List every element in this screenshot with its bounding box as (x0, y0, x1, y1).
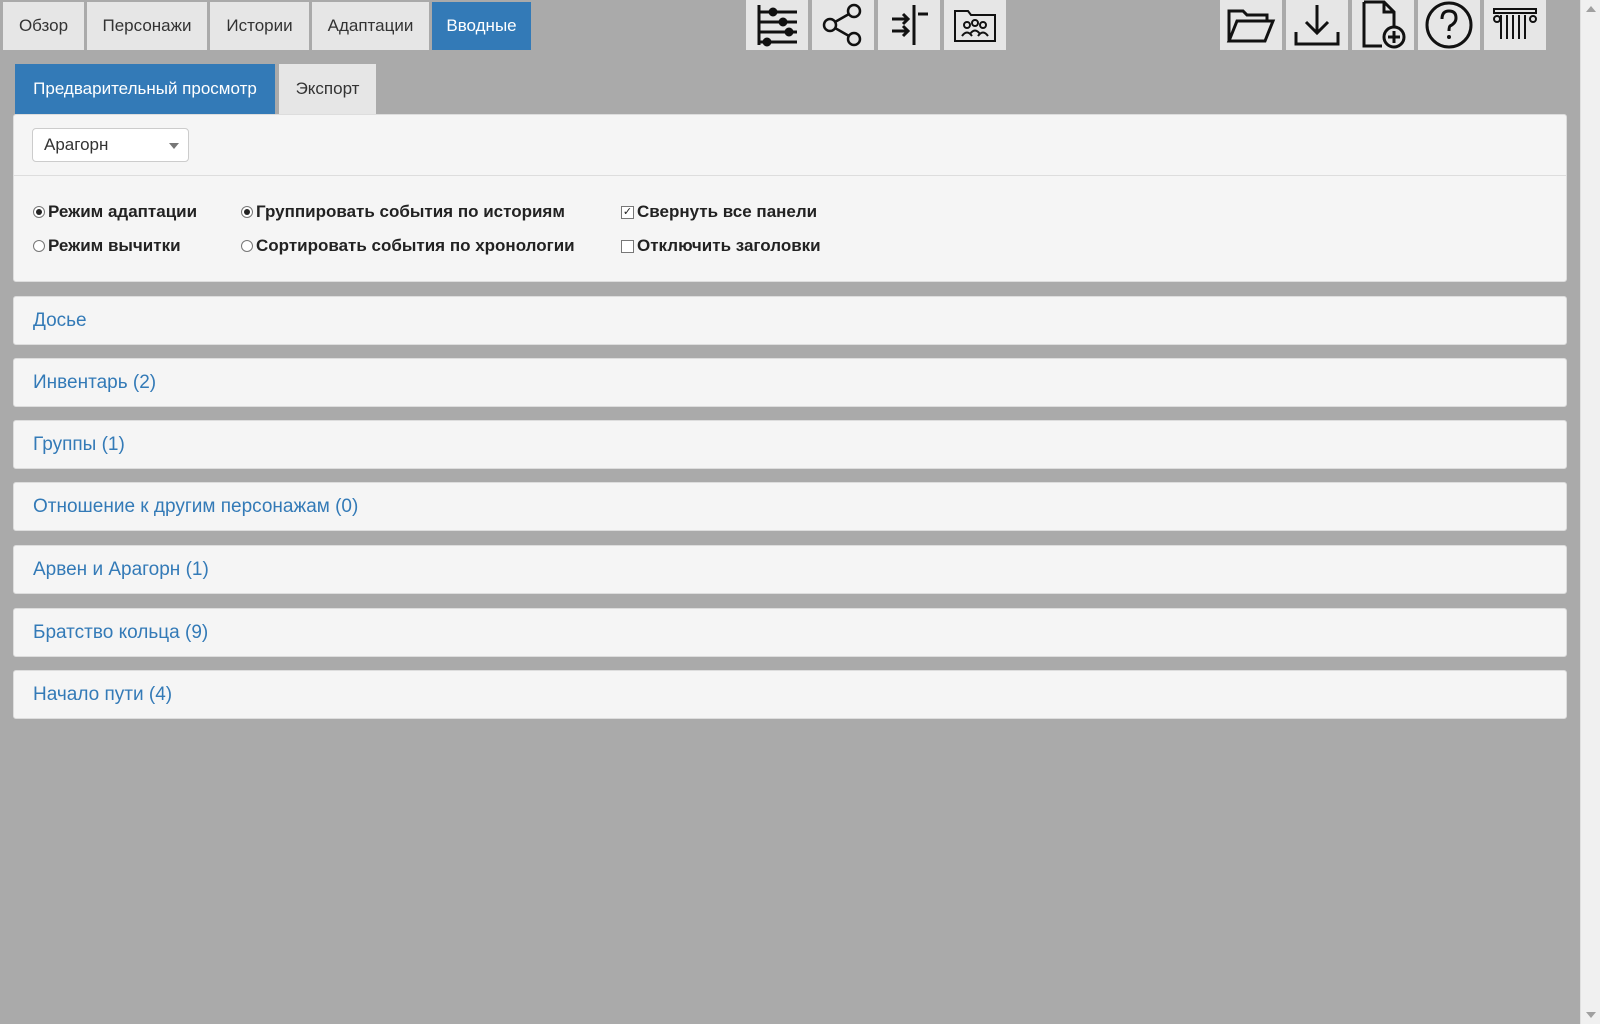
radio-group-by-stories-label: Группировать события по историям (256, 202, 565, 221)
checkbox-disable-headers[interactable]: Отключить заголовки (621, 235, 821, 257)
tab-export[interactable]: Экспорт (279, 64, 376, 114)
timeline-button[interactable] (746, 0, 808, 50)
columns-button[interactable] (1484, 0, 1546, 50)
radio-adaptation-mode-control[interactable] (33, 206, 45, 218)
share-network-icon (822, 3, 862, 47)
radio-adaptation-mode-label: Режим адаптации (48, 202, 198, 221)
radio-group-by-stories[interactable]: Группировать события по историям (241, 201, 565, 223)
radio-proofreading-mode[interactable]: Режим вычитки (33, 235, 181, 257)
timeline-icon (757, 5, 797, 47)
character-select[interactable]: Арагорн (32, 128, 189, 162)
radio-sort-chronology-control[interactable] (241, 240, 253, 252)
help-icon (1425, 1, 1473, 49)
panel-dossier[interactable]: Досье (13, 296, 1567, 345)
groups-button[interactable] (944, 0, 1006, 50)
panel-relations[interactable]: Отношение к другим персонажам (0) (13, 482, 1567, 531)
nav-tab-stories[interactable]: Истории (210, 2, 309, 50)
group-folder-icon (954, 10, 996, 42)
panel-story-arwen-aragorn[interactable]: Арвен и Арагорн (1) (13, 545, 1567, 594)
download-button[interactable] (1286, 0, 1348, 50)
download-icon (1294, 5, 1340, 46)
panel-inventory[interactable]: Инвентарь (2) (13, 358, 1567, 407)
columns-icon (1493, 8, 1537, 39)
nav-tab-briefings[interactable]: Вводные (432, 2, 531, 50)
scroll-up-icon[interactable] (1586, 6, 1596, 12)
new-document-button[interactable] (1352, 0, 1414, 50)
scrollbar[interactable] (1580, 0, 1600, 1024)
radio-sort-chronology-label: Сортировать события по хронологии (256, 236, 575, 255)
nav-tab-adaptations[interactable]: Адаптации (312, 2, 429, 50)
scroll-down-icon[interactable] (1586, 1012, 1596, 1018)
share-button[interactable] (812, 0, 874, 50)
split-arrows-icon (892, 5, 928, 45)
radio-proofreading-mode-control[interactable] (33, 240, 45, 252)
chevron-down-icon (169, 143, 179, 149)
folder-open-icon (1226, 9, 1276, 43)
split-button[interactable] (878, 0, 940, 50)
radio-proofreading-mode-label: Режим вычитки (48, 236, 181, 255)
checkbox-disable-headers-control[interactable] (621, 239, 634, 253)
radio-sort-chronology[interactable]: Сортировать события по хронологии (241, 235, 575, 257)
panel-story-fellowship[interactable]: Братство кольца (9) (13, 608, 1567, 657)
open-button[interactable] (1220, 0, 1282, 50)
checkbox-disable-headers-label: Отключить заголовки (637, 236, 821, 255)
settings-panel: Арагорн Режим адаптации Режим вычитки Гр… (13, 114, 1567, 282)
tab-preview[interactable]: Предварительный просмотр (15, 64, 275, 114)
panel-groups[interactable]: Группы (1) (13, 420, 1567, 469)
radio-adaptation-mode[interactable]: Режим адаптации (33, 201, 197, 223)
settings-header: Арагорн (14, 115, 1566, 176)
panel-story-journey-start[interactable]: Начало пути (4) (13, 670, 1567, 719)
radio-group-by-stories-control[interactable] (241, 206, 253, 218)
nav-tab-characters[interactable]: Персонажи (87, 2, 207, 50)
character-select-value: Арагорн (44, 135, 109, 154)
help-button[interactable] (1418, 0, 1480, 50)
checkbox-collapse-panels[interactable]: ✓ Свернуть все панели (621, 201, 817, 223)
checkbox-collapse-panels-label: Свернуть все панели (637, 202, 818, 221)
new-document-icon (1362, 0, 1406, 49)
checkbox-collapse-panels-control[interactable]: ✓ (621, 205, 634, 219)
nav-tab-overview[interactable]: Обзор (3, 2, 84, 50)
